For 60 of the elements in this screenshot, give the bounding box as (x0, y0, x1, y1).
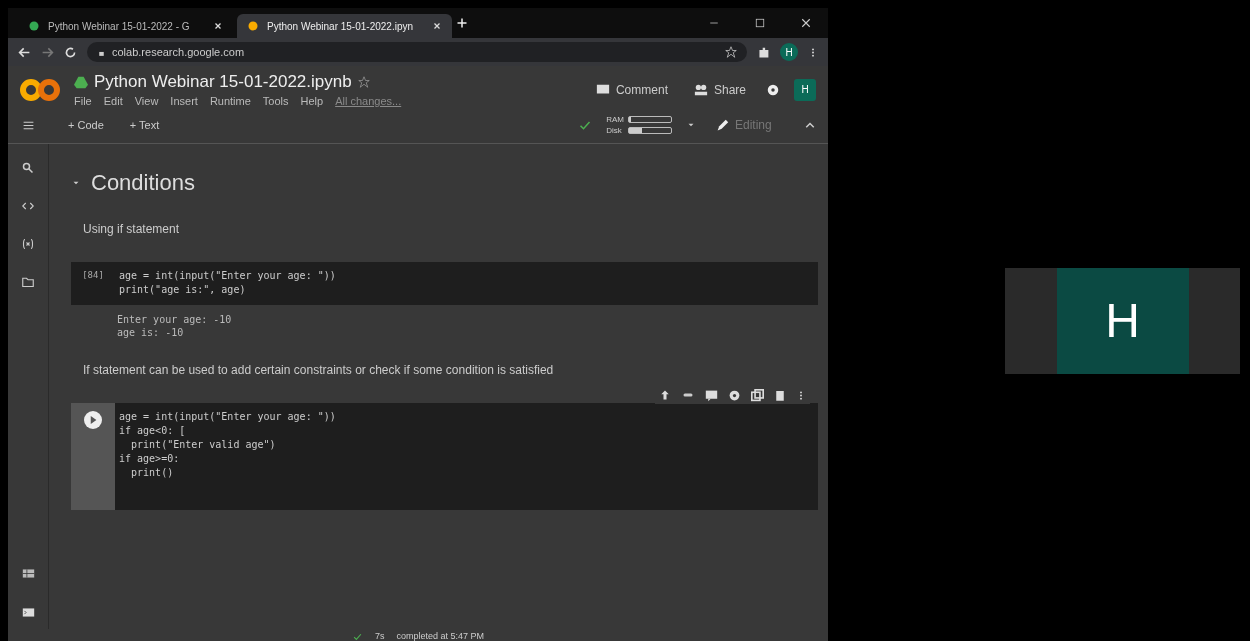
insert-button[interactable]: + Text (123, 118, 166, 132)
mirror-cell-icon[interactable] (751, 389, 764, 402)
status-text: completed at 5:47 PM (396, 631, 485, 641)
menu-item[interactable]: Runtime (209, 95, 251, 107)
colab-logo[interactable] (20, 77, 60, 102)
browser-tab[interactable]: Python Webinar 15-01-2022 - G (18, 14, 233, 38)
maximize-icon[interactable] (754, 17, 766, 29)
url-text: colab.research.google.com (112, 46, 245, 58)
resource-meter[interactable]: RAM Disk (606, 115, 672, 135)
check-icon[interactable] (351, 632, 363, 641)
resource-label: Disk (606, 126, 623, 135)
menu-item[interactable]: Tools (262, 95, 289, 107)
variables-icon[interactable] (22, 238, 34, 250)
menu-item[interactable]: View (134, 95, 159, 107)
insert-button[interactable]: + Code (62, 118, 110, 132)
run-button-icon[interactable] (84, 411, 102, 429)
tab-favicon-icon[interactable] (247, 20, 259, 32)
close-icon[interactable] (213, 21, 223, 31)
tab-favicon-icon[interactable] (28, 20, 40, 32)
reload-icon[interactable] (64, 45, 77, 59)
section-heading: Conditions (91, 170, 195, 196)
back-icon[interactable] (18, 45, 31, 59)
browser-tab[interactable]: Python Webinar 15-01-2022.ipyn (237, 14, 452, 38)
people-icon[interactable] (693, 82, 708, 97)
forward-icon[interactable] (41, 45, 54, 59)
execution-count: [84] (82, 270, 104, 282)
check-icon[interactable] (578, 119, 593, 131)
profile-avatar[interactable]: H (780, 43, 798, 61)
text-cell-text: Using if statement (83, 222, 181, 236)
code-icon[interactable] (22, 200, 34, 212)
share-button[interactable]: Share (687, 81, 752, 98)
new-tab-icon[interactable] (456, 17, 468, 29)
move-up-icon[interactable] (659, 389, 671, 401)
menu-item[interactable]: Edit (103, 95, 123, 107)
terminal-icon[interactable] (21, 606, 35, 619)
text-cell-text: If statement can be used to add certain constraints or check if some condition is satisfied (83, 363, 555, 377)
address-bar[interactable]: colab.research.google.com (87, 42, 747, 62)
star-icon[interactable] (357, 76, 370, 88)
close-icon[interactable] (800, 17, 812, 29)
resource-label: RAM (606, 115, 624, 124)
notebook-title[interactable]: Python Webinar 15-01-2022.ipynb (94, 72, 352, 92)
code-cell[interactable]: [84] age = int(input("Enter your age: ")) print("age is:", age) (71, 262, 818, 305)
extension-icon[interactable] (757, 45, 770, 59)
run-duration: 7s (374, 631, 385, 641)
code-cell[interactable]: age = int(input("Enter your age: ")) if age<0: [ print("Enter valid age") if age>=0: print() (71, 403, 818, 510)
code-text: age = int(input("Enter your age: ")) if age<0: [ print("Enter valid age") if age>=0: print() (118, 410, 337, 480)
code-text: age = int(input("Enter your age: ")) print("age is:", age) (118, 269, 337, 297)
cell-output: Enter your age: -10 age is: -10 (116, 313, 233, 340)
menu-item[interactable]: Help (300, 95, 324, 107)
table-icon[interactable] (21, 567, 35, 580)
star-icon[interactable] (725, 46, 737, 58)
menu-item[interactable]: Insert (170, 95, 198, 107)
account-avatar[interactable]: H (794, 78, 816, 101)
menu-item[interactable]: File (74, 95, 92, 107)
pencil-icon[interactable] (716, 118, 729, 132)
comment-button[interactable]: Comment (589, 81, 674, 98)
participant-avatar: H (1056, 267, 1189, 374)
folder-icon[interactable] (22, 276, 34, 288)
close-icon[interactable] (432, 21, 442, 31)
search-icon[interactable] (22, 162, 34, 174)
